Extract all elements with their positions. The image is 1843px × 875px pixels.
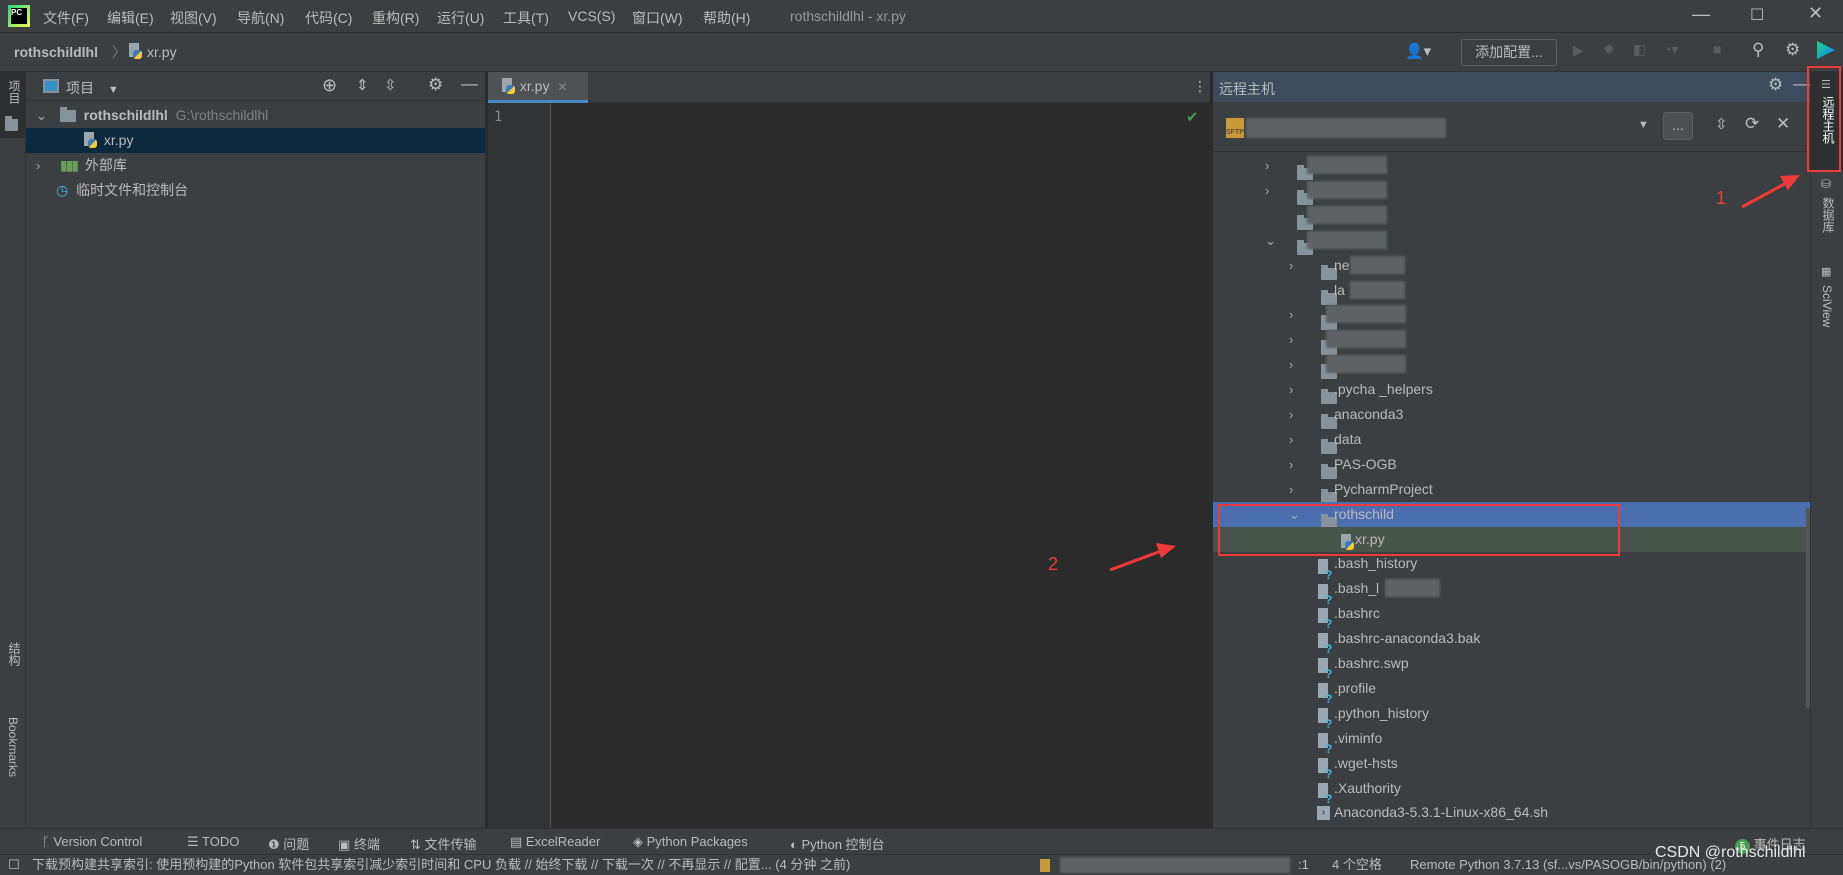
annotation-arrowhead-2 (1156, 543, 1176, 558)
annotation-arrowhead-1 (1780, 175, 1800, 190)
annotation-arrow-2 (1109, 548, 1165, 572)
annotation-arrow-1 (1741, 179, 1791, 209)
annotation-arrows (1109, 175, 1800, 572)
